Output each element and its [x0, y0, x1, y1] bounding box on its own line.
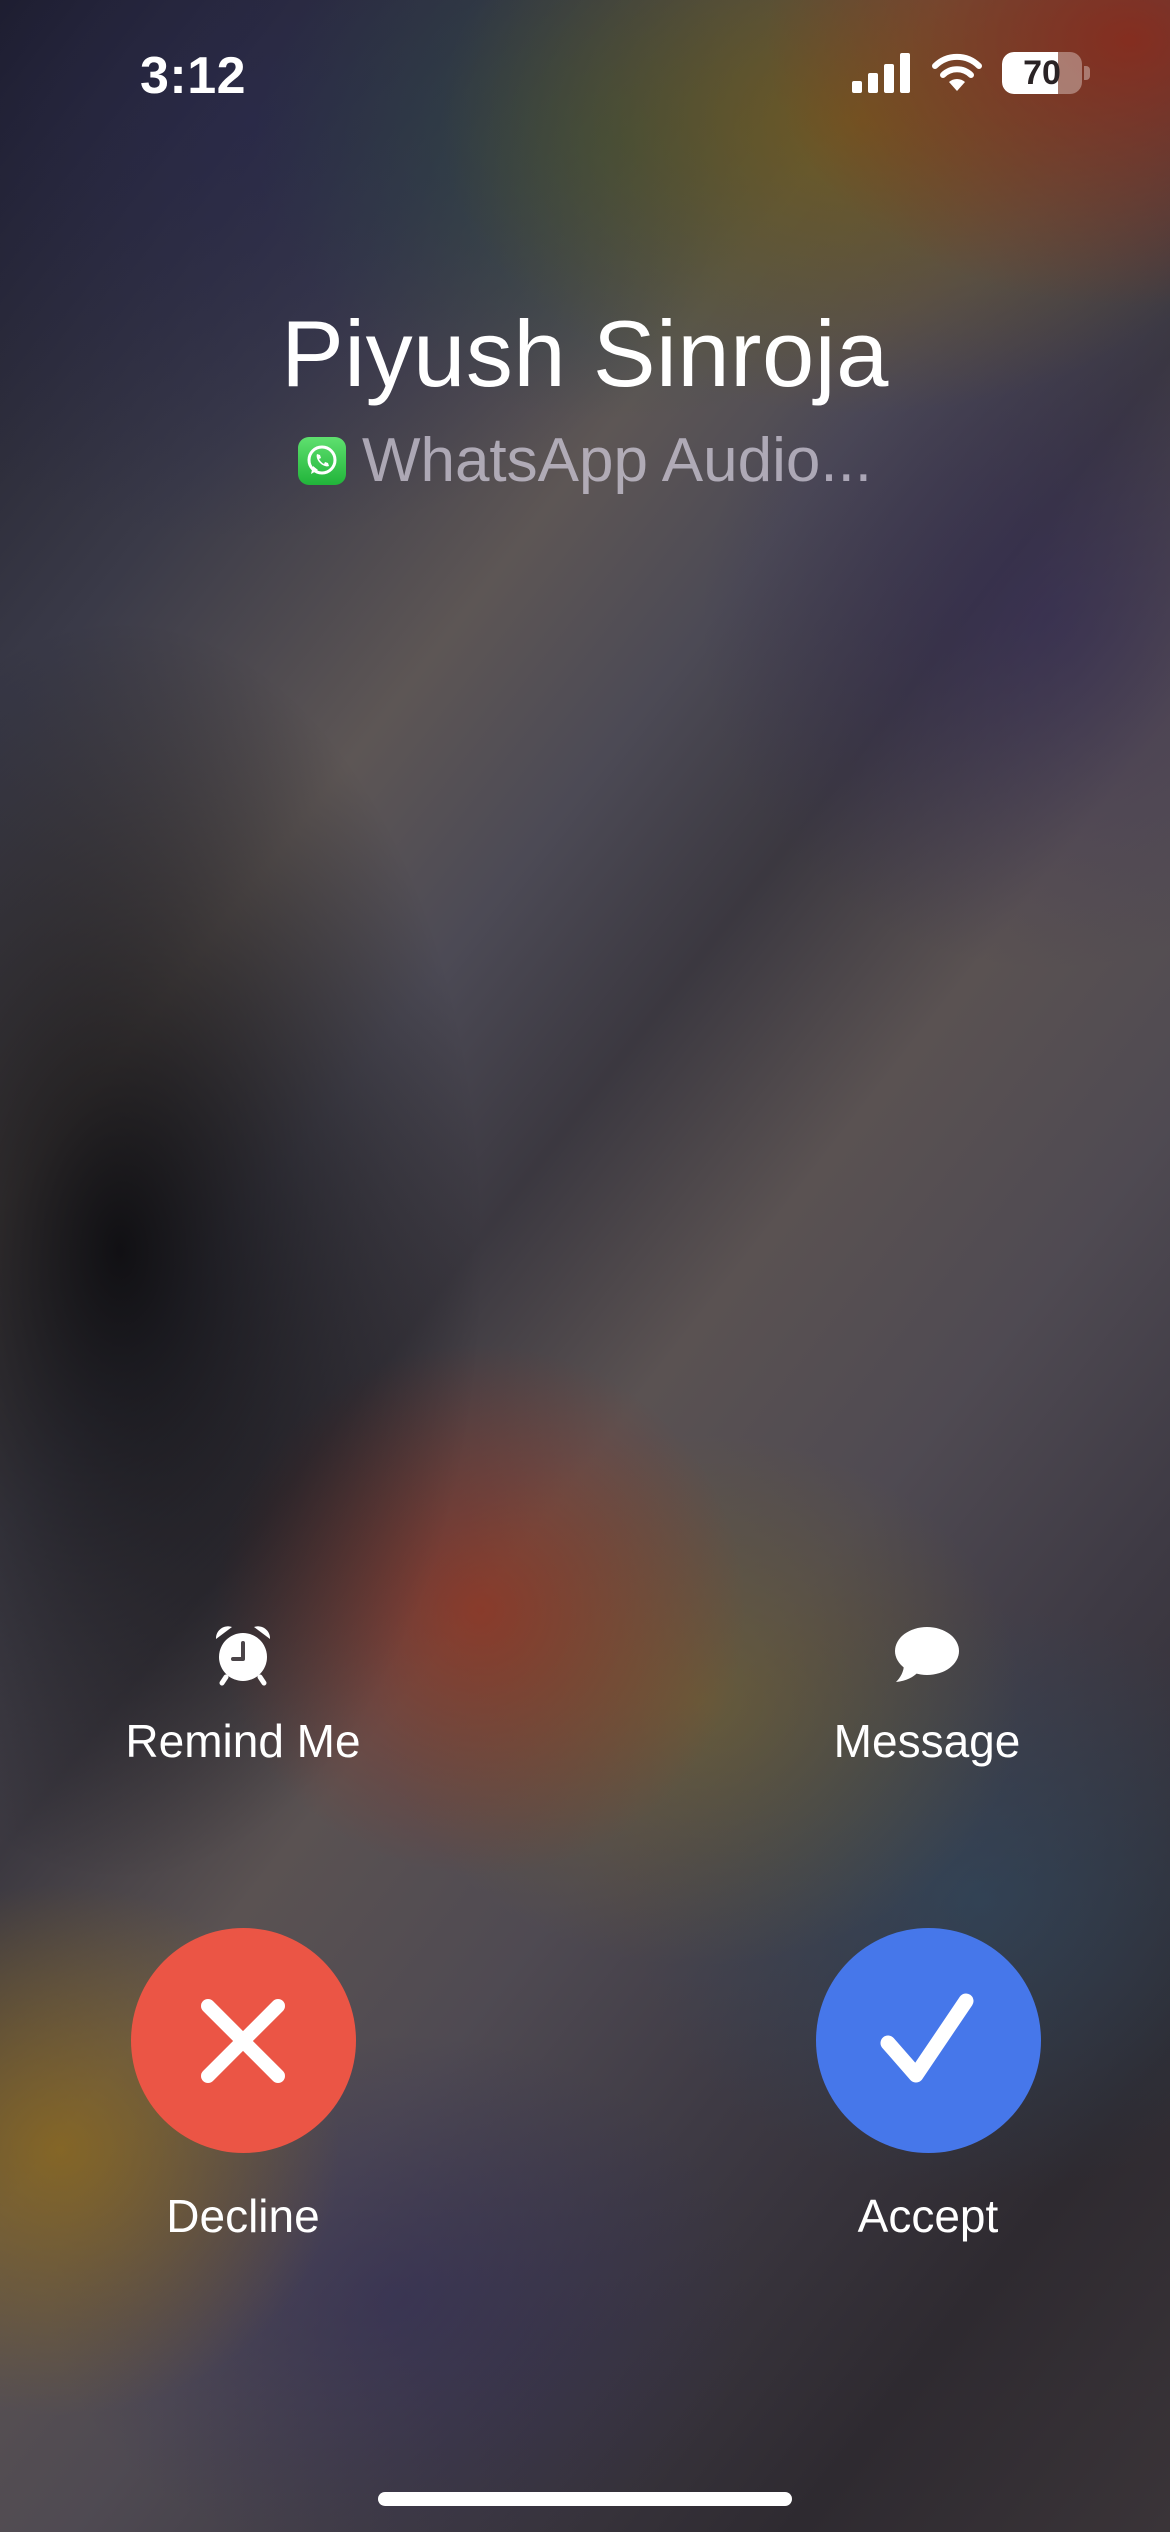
message-button[interactable]: Message — [767, 1620, 1087, 1768]
accept-label: Accept — [857, 2190, 999, 2242]
accept-circle[interactable] — [815, 1928, 1041, 2153]
wifi-icon — [932, 53, 982, 91]
home-indicator[interactable] — [378, 2492, 792, 2506]
message-label: Message — [833, 1715, 1021, 1767]
call-type: WhatsApp Audio... — [0, 425, 1170, 496]
checkmark-icon — [880, 1993, 974, 2082]
status-icons: 70 — [852, 52, 1090, 94]
caller-name: Piyush Sinroja — [281, 301, 889, 406]
alarm-clock-icon — [212, 1620, 274, 1690]
message-bubble-icon — [894, 1620, 960, 1690]
close-icon — [201, 1998, 285, 2083]
decline-button[interactable]: Decline — [83, 1928, 403, 2243]
accept-button[interactable]: Accept — [768, 1928, 1088, 2243]
decline-label: Decline — [166, 2190, 320, 2242]
decline-circle[interactable] — [130, 1928, 356, 2153]
status-time: 3:12 — [140, 47, 247, 105]
signal-icon — [852, 53, 910, 93]
remind-me-label: Remind Me — [125, 1715, 361, 1767]
call-type-label: WhatsApp Audio... — [361, 426, 873, 495]
status-bar: 3:12 70 — [0, 0, 1170, 150]
remind-me-button[interactable]: Remind Me — [83, 1620, 403, 1768]
battery-icon: 70 — [1002, 52, 1090, 94]
battery-level: 70 — [1023, 53, 1061, 92]
whatsapp-icon — [297, 436, 346, 485]
